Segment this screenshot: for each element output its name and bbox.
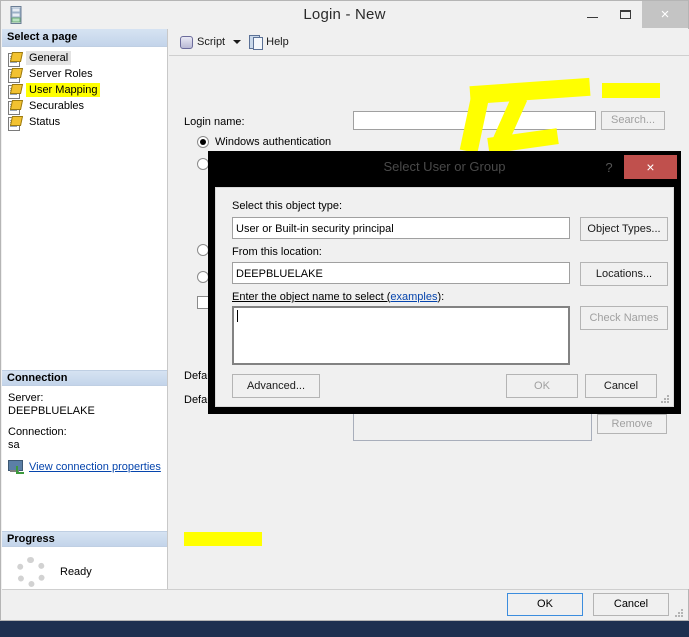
login-name-input[interactable]: [353, 111, 596, 130]
server-label: Server:: [8, 392, 44, 404]
help-question-icon[interactable]: ?: [599, 158, 619, 178]
examples-link[interactable]: examples: [390, 291, 437, 303]
connection-section-body: Server: DEEPBLUELAKE Connection: sa View…: [2, 386, 167, 474]
remove-button[interactable]: Remove: [597, 414, 667, 434]
view-connection-properties-link[interactable]: View connection properties: [29, 461, 161, 473]
window-titlebar: Login - New ×: [1, 1, 688, 29]
script-scroll-icon: [179, 35, 193, 49]
page-key-icon: [8, 99, 24, 115]
check-names-button[interactable]: Check Names: [580, 306, 668, 330]
dialog-ok-button[interactable]: OK: [506, 374, 578, 398]
progress-section-body: Ready: [2, 547, 167, 587]
location-input[interactable]: DEEPBLUELAKE: [232, 262, 570, 284]
pane-toolbar: Script Help: [169, 29, 689, 56]
object-name-label-suffix: ):: [437, 291, 445, 303]
sidebar-item-general[interactable]: General: [2, 50, 167, 67]
connection-value: sa: [8, 439, 20, 451]
connection-section: Connection Server: DEEPBLUELAKE Connecti…: [2, 370, 167, 474]
location-label: From this location:: [232, 246, 322, 258]
footer-button-bar: OK Cancel: [1, 589, 688, 621]
sidebar: Select a page General Server Roles User …: [2, 29, 168, 589]
search-button[interactable]: Search...: [601, 111, 665, 130]
sidebar-item-label: Securables: [29, 100, 85, 112]
sidebar-page-list: General Server Roles User Mapping Secura…: [2, 47, 167, 131]
locations-button[interactable]: Locations...: [580, 262, 668, 286]
progress-section: Progress Ready: [2, 531, 167, 587]
script-button-label: Script: [197, 36, 226, 48]
dialog-resize-grip[interactable]: [661, 395, 670, 404]
windows-authentication-option[interactable]: Windows authentication: [197, 136, 331, 148]
dialog-body: Select this object type: User or Built-i…: [215, 187, 674, 407]
page-key-icon: [8, 51, 24, 67]
minimize-button[interactable]: [576, 1, 609, 28]
object-type-label: Select this object type:: [232, 200, 343, 212]
login-name-label: Login name:: [184, 116, 245, 128]
sidebar-item-label: General: [26, 51, 72, 65]
connection-section-title: Connection: [2, 370, 167, 386]
script-button[interactable]: Script: [179, 35, 225, 49]
object-name-label: Enter the object name to select (example…: [232, 291, 444, 303]
close-button[interactable]: ×: [642, 1, 688, 28]
server-connection-icon: [8, 460, 24, 474]
sidebar-item-status[interactable]: Status: [2, 114, 167, 131]
dialog-titlebar: Select User or Group ? ×: [208, 151, 681, 184]
select-user-or-group-dialog: Select User or Group ? × Select this obj…: [208, 151, 681, 414]
connection-label: Connection:: [8, 426, 67, 438]
window-resize-grip[interactable]: [674, 608, 684, 618]
help-button-label: Help: [266, 36, 289, 48]
screen: Login - New × Select a page General Serv…: [0, 0, 689, 637]
server-value: DEEPBLUELAKE: [8, 405, 95, 417]
advanced-button[interactable]: Advanced...: [232, 374, 320, 398]
page-key-icon: [8, 115, 24, 131]
progress-section-title: Progress: [2, 531, 167, 547]
object-types-button[interactable]: Object Types...: [580, 217, 668, 241]
view-connection-properties-row[interactable]: View connection properties: [8, 460, 167, 474]
progress-spinner-icon: [16, 557, 46, 587]
sidebar-item-server-roles[interactable]: Server Roles: [2, 66, 167, 83]
sidebar-item-label: Server Roles: [29, 68, 93, 80]
text-caret: [237, 310, 238, 322]
sidebar-item-securables[interactable]: Securables: [2, 98, 167, 115]
desktop-taskbar[interactable]: [0, 621, 689, 637]
sidebar-item-user-mapping[interactable]: User Mapping: [2, 82, 167, 99]
page-key-icon: [8, 67, 24, 83]
dialog-close-button[interactable]: ×: [624, 155, 677, 179]
radio-windows-auth[interactable]: [197, 136, 209, 148]
maximize-button[interactable]: [609, 1, 642, 28]
help-button[interactable]: Help: [249, 35, 289, 50]
object-name-input[interactable]: [232, 306, 570, 365]
ok-button[interactable]: OK: [507, 593, 583, 616]
window-controls: ×: [576, 1, 688, 28]
object-name-label-prefix: Enter the object name to select (: [232, 291, 391, 303]
dialog-cancel-button[interactable]: Cancel: [585, 374, 657, 398]
sidebar-header: Select a page: [2, 29, 167, 47]
page-key-icon: [8, 83, 24, 99]
help-pages-icon: [249, 35, 264, 50]
sidebar-item-label: Status: [29, 116, 61, 128]
windows-authentication-label: Windows authentication: [215, 136, 332, 148]
progress-status-text: Ready: [60, 566, 92, 578]
chevron-down-icon[interactable]: [233, 40, 242, 44]
cancel-button[interactable]: Cancel: [593, 593, 669, 616]
sidebar-item-label: User Mapping: [26, 83, 101, 97]
object-type-input[interactable]: User or Built-in security principal: [232, 217, 570, 239]
